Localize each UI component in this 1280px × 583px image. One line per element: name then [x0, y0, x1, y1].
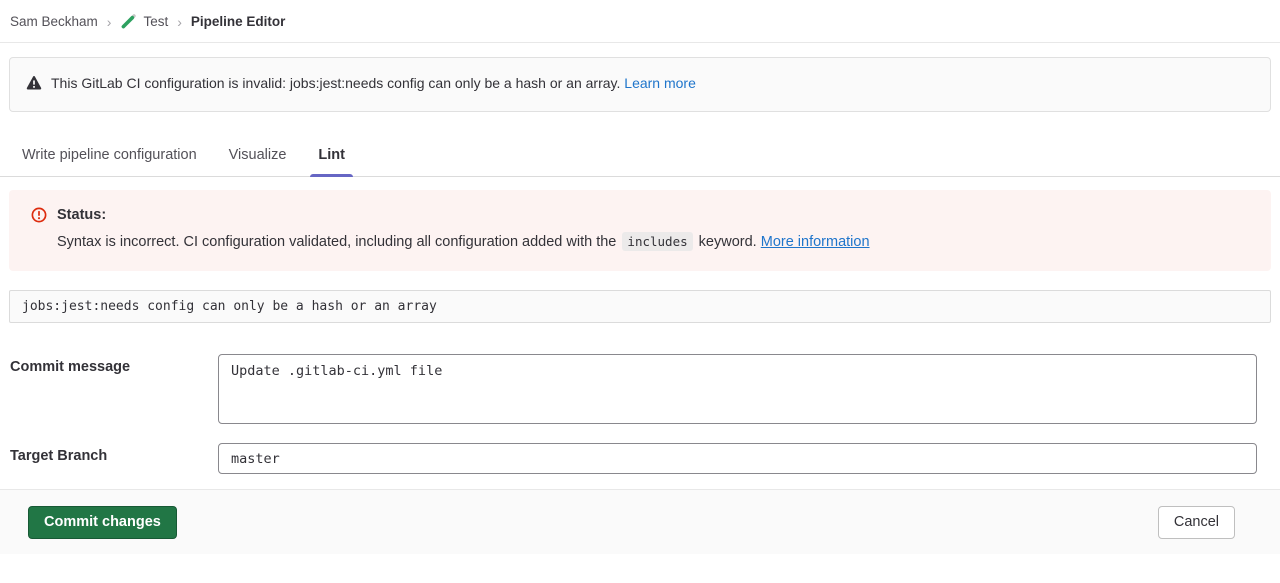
error-circle-icon [31, 207, 47, 223]
tab-lint[interactable]: Lint [310, 139, 353, 176]
commit-changes-button[interactable]: Commit changes [28, 506, 177, 539]
commit-message-label: Commit message [10, 354, 218, 424]
alert-banner-text: This GitLab CI configuration is invalid:… [51, 75, 620, 91]
more-information-link[interactable]: More information [761, 234, 870, 250]
status-message-text: Syntax is incorrect. CI configuration va… [57, 234, 616, 250]
ci-invalid-alert-banner: This GitLab CI configuration is invalid:… [9, 57, 1271, 112]
cancel-button[interactable]: Cancel [1158, 506, 1235, 539]
target-branch-input[interactable] [218, 443, 1257, 474]
warning-triangle-icon [26, 75, 42, 95]
chevron-right-icon: › [177, 14, 182, 30]
learn-more-link[interactable]: Learn more [624, 75, 696, 91]
lint-result-code-block: jobs:jest:needs config can only be a has… [9, 290, 1271, 323]
status-title: Status: [57, 207, 106, 223]
commit-message-textarea[interactable]: Update .gitlab-ci.yml file [218, 354, 1257, 424]
commit-action-bar: Commit changes Cancel [0, 489, 1280, 554]
target-branch-label: Target Branch [10, 443, 218, 474]
page-title: Pipeline Editor [191, 14, 286, 29]
status-message-text-after: keyword. [699, 234, 757, 250]
breadcrumb-item-current-page: Pipeline Editor [191, 14, 286, 29]
breadcrumb-project-label: Test [143, 14, 168, 29]
status-message: Syntax is incorrect. CI configuration va… [57, 232, 1255, 252]
chevron-right-icon: › [107, 14, 112, 30]
breadcrumb: Sam Beckham › Test › Pipeline Editor [0, 0, 1280, 43]
pipeline-editor-tabs: Write pipeline configuration Visualize L… [0, 139, 1280, 177]
includes-keyword-code: includes [622, 232, 692, 251]
project-avatar-test-tube-icon [120, 13, 137, 30]
breadcrumb-user-label: Sam Beckham [10, 14, 98, 29]
commit-message-row: Commit message Update .gitlab-ci.yml fil… [10, 354, 1257, 424]
breadcrumb-item-user[interactable]: Sam Beckham [10, 14, 98, 29]
breadcrumb-item-project[interactable]: Test [120, 13, 168, 30]
target-branch-row: Target Branch [10, 443, 1257, 474]
lint-status-panel: Status: Syntax is incorrect. CI configur… [9, 190, 1271, 271]
tab-write-pipeline-configuration[interactable]: Write pipeline configuration [14, 139, 205, 176]
tab-visualize[interactable]: Visualize [221, 139, 295, 176]
